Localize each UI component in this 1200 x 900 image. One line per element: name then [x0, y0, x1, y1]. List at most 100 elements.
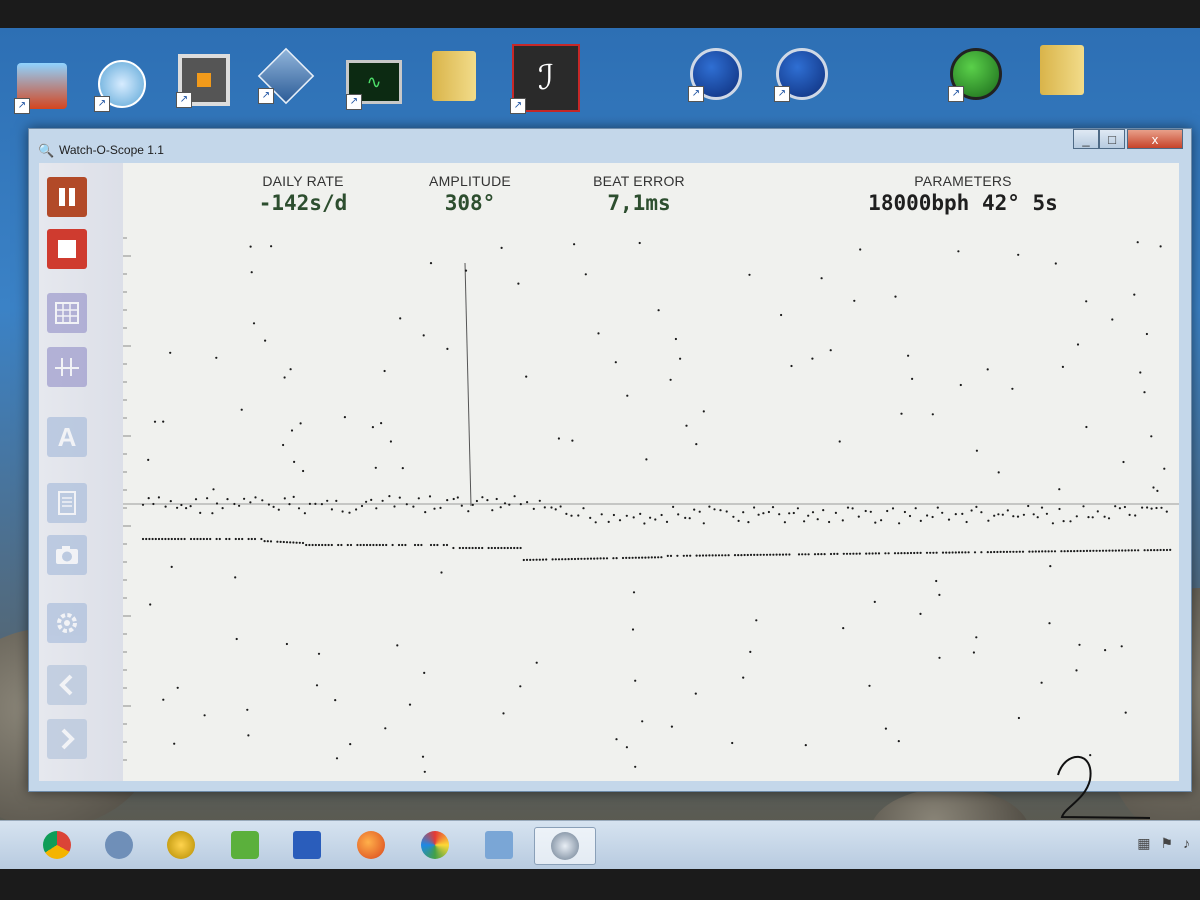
trace-dot — [828, 520, 831, 524]
trace-dot — [433, 543, 436, 547]
trace-dot — [1160, 506, 1163, 509]
trace-dot — [688, 517, 691, 520]
next-button[interactable] — [47, 719, 87, 759]
paint-icon[interactable] — [412, 827, 458, 863]
frame-app-icon[interactable]: ↗ — [176, 52, 232, 108]
trace-dot — [199, 537, 202, 541]
scope-app-icon[interactable]: ↗ — [774, 46, 830, 102]
trace-dot — [467, 510, 470, 513]
trace-dot — [295, 541, 298, 544]
trace-dot — [535, 558, 538, 561]
stop-button[interactable] — [47, 229, 87, 269]
trace-dot — [543, 506, 546, 509]
trace-dot — [324, 543, 327, 547]
trace-dot — [682, 554, 685, 557]
save-icon[interactable] — [284, 827, 330, 863]
trace-dot — [660, 556, 663, 559]
watch-o-scope-icon[interactable] — [534, 827, 596, 865]
trace-dot — [935, 579, 938, 583]
trace-dot — [326, 499, 329, 502]
trace-dot — [886, 509, 889, 513]
previous-button[interactable] — [47, 665, 87, 705]
pause-button[interactable] — [47, 177, 87, 217]
folder-globe-icon[interactable] — [1034, 42, 1090, 98]
trace-dot — [884, 727, 888, 730]
trace-dot — [641, 556, 644, 559]
trace-dot — [226, 498, 229, 501]
amplitude-button[interactable]: A — [47, 417, 87, 457]
trace-dot — [260, 537, 263, 541]
trace-dot — [1111, 318, 1114, 321]
torrent-icon[interactable] — [222, 827, 268, 863]
trace-dot — [215, 537, 218, 541]
flag-tray-icon[interactable]: ⚑ — [1160, 835, 1173, 852]
trace-dot — [532, 558, 535, 561]
trace-button[interactable] — [47, 347, 87, 387]
trace-plot[interactable]: DAILY RATE -142s/d AMPLITUDE 308° BEAT E… — [123, 163, 1179, 781]
firefox-icon[interactable] — [348, 827, 394, 863]
grid-button[interactable] — [47, 293, 87, 333]
trace-dot — [1028, 550, 1031, 553]
trace-dot — [1062, 520, 1065, 523]
trace-dot — [702, 410, 705, 413]
daily-rate-readout: DAILY RATE -142s/d — [213, 173, 393, 215]
media-icon[interactable] — [158, 827, 204, 863]
trace-dot — [708, 505, 711, 508]
trace-dot — [945, 551, 948, 554]
trace-dot — [1009, 550, 1012, 553]
trace-dot — [1103, 515, 1106, 518]
trace-dot — [685, 424, 688, 427]
trace-dot — [509, 546, 513, 550]
trace-dot — [203, 714, 206, 717]
snapshot-button[interactable] — [47, 535, 87, 575]
trace-dot — [1005, 550, 1009, 553]
network-share-icon[interactable] — [476, 827, 522, 863]
trace-dot — [880, 519, 883, 522]
pdf-reader-icon[interactable]: ℐ ↗ — [510, 42, 582, 114]
disk-utility-icon[interactable]: ↗ — [14, 58, 70, 114]
trace-dot — [413, 543, 417, 547]
trace-dot — [1122, 460, 1125, 464]
trace-dot — [529, 558, 532, 561]
trace-dot — [378, 543, 381, 547]
trace-dot — [381, 499, 384, 502]
trace-dot — [887, 552, 890, 555]
stop-icon — [58, 240, 76, 258]
trace-dot — [211, 512, 214, 515]
settings-button[interactable] — [47, 603, 87, 643]
maximize-button[interactable]: □ — [1099, 129, 1125, 149]
trace-dot — [502, 712, 505, 715]
trace-dot — [851, 507, 854, 510]
trace-dot — [247, 734, 250, 737]
chrome-icon[interactable] — [34, 827, 80, 863]
trace-dot — [612, 557, 615, 560]
network-icon[interactable] — [96, 827, 142, 863]
monitor-app-icon[interactable]: ∿ ↗ — [346, 54, 402, 110]
trace-dot — [1044, 550, 1047, 553]
trace-dot — [721, 554, 724, 557]
close-button[interactable]: x — [1127, 129, 1183, 149]
trace-dot — [519, 546, 522, 550]
pause-icon — [59, 188, 75, 206]
trace-dot — [456, 496, 459, 499]
scope-app-icon[interactable]: ↗ — [688, 46, 744, 102]
globe-app-icon[interactable]: ↗ — [948, 46, 1004, 102]
trace-dot — [829, 552, 833, 556]
virtual-box-icon[interactable]: ↗ — [257, 47, 315, 105]
trace-dot — [384, 727, 387, 730]
network-tray-icon[interactable]: ▦ — [1137, 835, 1150, 852]
trace-dot — [264, 339, 267, 342]
trace-dot — [145, 537, 148, 541]
network-icon[interactable]: ↗ — [94, 56, 150, 112]
folder-icon[interactable] — [426, 48, 482, 104]
title-bar[interactable]: 🔍 Watch-O-Scope 1.1 _ □ x — [29, 129, 1191, 163]
trace-dot — [481, 496, 484, 499]
volume-tray-icon[interactable]: ♪ — [1183, 835, 1190, 852]
trace-dot — [1145, 332, 1148, 336]
system-tray[interactable]: ▦ ⚑ ♪ — [1137, 835, 1190, 852]
minimize-button[interactable]: _ — [1073, 129, 1099, 149]
trace-dot — [1096, 510, 1099, 513]
daily-rate-label: DAILY RATE — [262, 173, 344, 189]
trace-dot — [180, 503, 183, 507]
report-button[interactable] — [47, 483, 87, 523]
